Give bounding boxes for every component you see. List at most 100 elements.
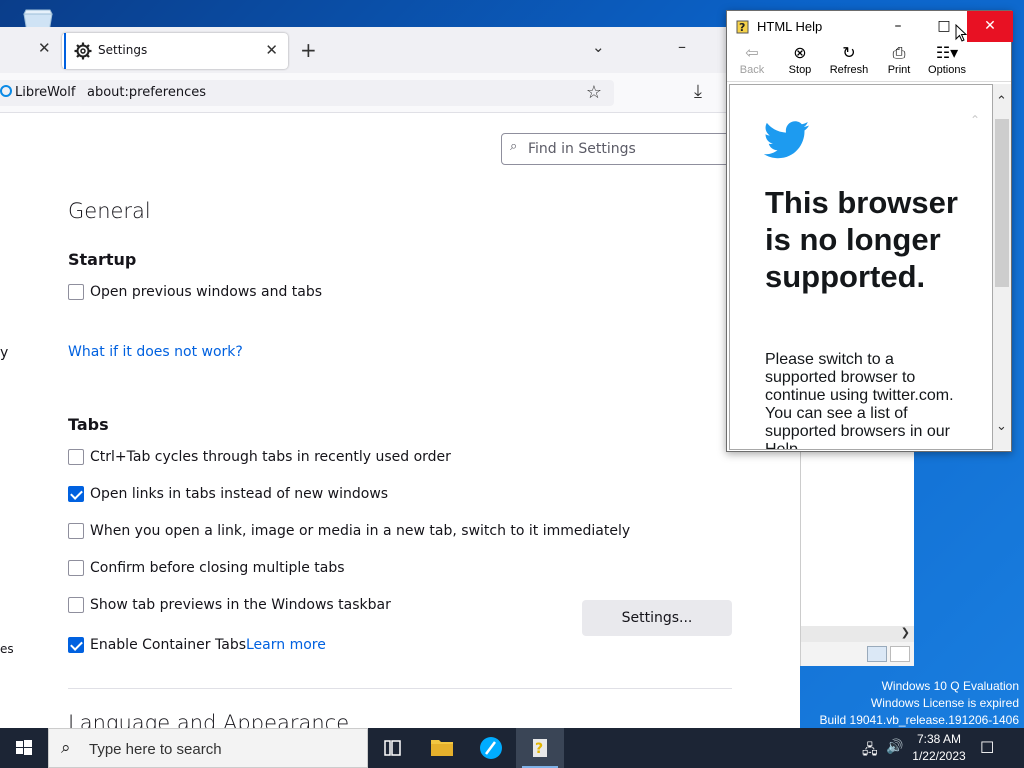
file-explorer-icon[interactable] (418, 728, 466, 768)
horizontal-scrollbar[interactable]: ❯ (801, 626, 914, 642)
checkbox-label[interactable]: Open links in tabs instead of new window… (90, 486, 388, 502)
search-icon: ⌕ (510, 139, 518, 154)
options-button[interactable]: ☷▾ Options (927, 44, 967, 76)
html-help-taskbar-icon[interactable]: ? (516, 728, 564, 768)
network-icon[interactable]: 🖧 (862, 739, 878, 763)
options-label: Options (928, 64, 966, 76)
clock-date: 1/22/2023 (912, 749, 966, 763)
checkbox[interactable] (68, 560, 84, 576)
container-settings-button[interactable]: Settings... (582, 600, 732, 636)
stop-label: Stop (788, 64, 812, 76)
tabs-heading: Tabs (68, 415, 109, 434)
librewolf-taskbar-icon[interactable] (467, 728, 515, 768)
download-icon[interactable]: ⤓ (694, 81, 702, 102)
refresh-label: Refresh (829, 64, 869, 76)
help-book-icon: ? (736, 20, 749, 34)
scroll-up-icon[interactable]: ⌃ (996, 94, 1007, 109)
watermark-line-3: Build 19041.vb_release.191206-1406 (819, 713, 1020, 727)
clock-time: 7:38 AM (916, 732, 962, 746)
back-label: Back (739, 64, 765, 76)
minimize-button[interactable]: – (875, 11, 921, 42)
checkbox[interactable] (68, 284, 84, 300)
checkbox-label[interactable]: When you open a link, image or media in … (90, 523, 630, 539)
print-label: Print (887, 64, 911, 76)
stop-button[interactable]: ⊗ Stop (785, 44, 815, 76)
close-tab-icon[interactable]: ✕ (265, 41, 278, 59)
window-title: HTML Help (757, 19, 823, 34)
sidebar-fragment: es (0, 642, 14, 656)
unsupported-headline: This browser is no longer supported. (765, 185, 958, 294)
tab-bar: ✕ Settings ✕ + ⌄ – (0, 27, 800, 73)
volume-icon[interactable]: 🔊 (886, 739, 903, 755)
task-view-icon[interactable] (368, 728, 416, 768)
search-placeholder: Find in Settings (528, 141, 636, 157)
librewolf-window: ✕ Settings ✕ + ⌄ – LibreWolf about:prefe… (0, 27, 800, 740)
back-button[interactable]: ⇦ Back (737, 44, 767, 76)
sidebar-fragment: y (0, 345, 9, 361)
details-view-icon[interactable] (867, 646, 887, 662)
status-bar (801, 642, 914, 666)
checkbox[interactable] (68, 486, 84, 502)
help-content-pane[interactable]: ⌃ This browser is no longer supported. P… (729, 84, 993, 450)
star-icon[interactable]: ☆ (586, 82, 602, 103)
new-tab-button[interactable]: + (300, 38, 317, 62)
tab-title: Settings (98, 43, 148, 57)
watermark-line-2: Windows License is expired (870, 696, 1019, 710)
navigation-bar: LibreWolf about:preferences ☆ ⤓ (0, 73, 800, 113)
vertical-scrollbar[interactable]: ⌃ ⌄ (993, 84, 1011, 450)
background-explorer-window[interactable]: ❯ (800, 450, 914, 666)
checkbox[interactable] (68, 523, 84, 539)
tab-settings[interactable]: Settings ✕ (62, 33, 288, 69)
help-link[interactable]: What if it does not work? (68, 344, 243, 360)
print-button[interactable]: ⎙ Print (885, 44, 913, 76)
checkbox[interactable] (68, 597, 84, 613)
options-icon: ☷▾ (935, 45, 959, 62)
windows-start-icon[interactable] (0, 728, 48, 768)
identity-box[interactable]: LibreWolf (0, 80, 84, 106)
app-name: LibreWolf (15, 85, 76, 100)
unsupported-body: Please switch to a supported browser to … (765, 351, 954, 450)
divider (68, 688, 732, 689)
back-arrow-icon: ⇦ (745, 45, 759, 62)
librewolf-icon (0, 85, 12, 97)
chevron-down-icon[interactable]: ⌄ (592, 38, 605, 56)
checkbox-label[interactable]: Enable Container Tabs (90, 637, 246, 653)
section-title-general: General (68, 199, 151, 223)
tab-indicator (64, 33, 66, 69)
stop-icon: ⊗ (793, 45, 807, 62)
scrollbar-thumb[interactable] (995, 119, 1009, 287)
learn-more-link[interactable]: Learn more (246, 637, 326, 653)
help-toolbar: ⇦ Back ⊗ Stop ↻ Refresh ⎙ Print ☷▾ Optio… (727, 42, 1011, 82)
twitter-bird-icon (764, 121, 810, 159)
taskbar-search-placeholder: Type here to search (89, 741, 222, 758)
preferences-content: y es ⌕ Find in Settings General Startup … (0, 113, 800, 740)
taskbar-search-input[interactable]: ⌕ Type here to search (48, 728, 368, 768)
search-input[interactable]: ⌕ Find in Settings (501, 133, 741, 165)
system-clock[interactable]: 7:38 AM 1/22/2023 (908, 731, 970, 765)
close-icon[interactable]: ✕ (38, 39, 51, 57)
notification-icon[interactable]: ☐ (980, 738, 994, 757)
url-text[interactable]: about:preferences (87, 85, 206, 100)
checkbox-label[interactable]: Ctrl+Tab cycles through tabs in recently… (90, 449, 451, 465)
checkbox[interactable] (68, 637, 84, 653)
gear-icon (74, 42, 92, 60)
close-button[interactable]: ✕ (967, 11, 1013, 42)
chevron-right-icon[interactable]: ❯ (901, 626, 910, 639)
large-icons-view-icon[interactable] (890, 646, 910, 662)
mouse-cursor-icon (955, 24, 967, 42)
refresh-button[interactable]: ↻ Refresh (829, 44, 869, 76)
title-bar[interactable]: ? HTML Help – □ ✕ (727, 11, 1013, 42)
checkbox-label[interactable]: Confirm before closing multiple tabs (90, 560, 345, 576)
watermark-line-1: Windows 10 Q Evaluation (881, 679, 1019, 693)
windows-watermark: Windows 10 Q Evaluation Windows License … (820, 678, 1020, 729)
url-bar[interactable]: about:preferences ☆ (78, 80, 614, 106)
checkbox-label[interactable]: Show tab previews in the Windows taskbar (90, 597, 391, 613)
scroll-down-icon[interactable]: ⌄ (996, 419, 1007, 434)
checkbox[interactable] (68, 449, 84, 465)
minimize-button[interactable]: – (678, 37, 686, 56)
checkbox-label[interactable]: Open previous windows and tabs (90, 284, 322, 300)
taskbar: ⌕ Type here to search ? 🖧 🔊 7:38 AM 1/22… (0, 728, 1024, 768)
startup-heading: Startup (68, 250, 137, 269)
html-help-window: ? HTML Help – □ ✕ ⇦ Back ⊗ Stop ↻ Refres… (726, 10, 1013, 452)
refresh-icon: ↻ (842, 45, 856, 62)
